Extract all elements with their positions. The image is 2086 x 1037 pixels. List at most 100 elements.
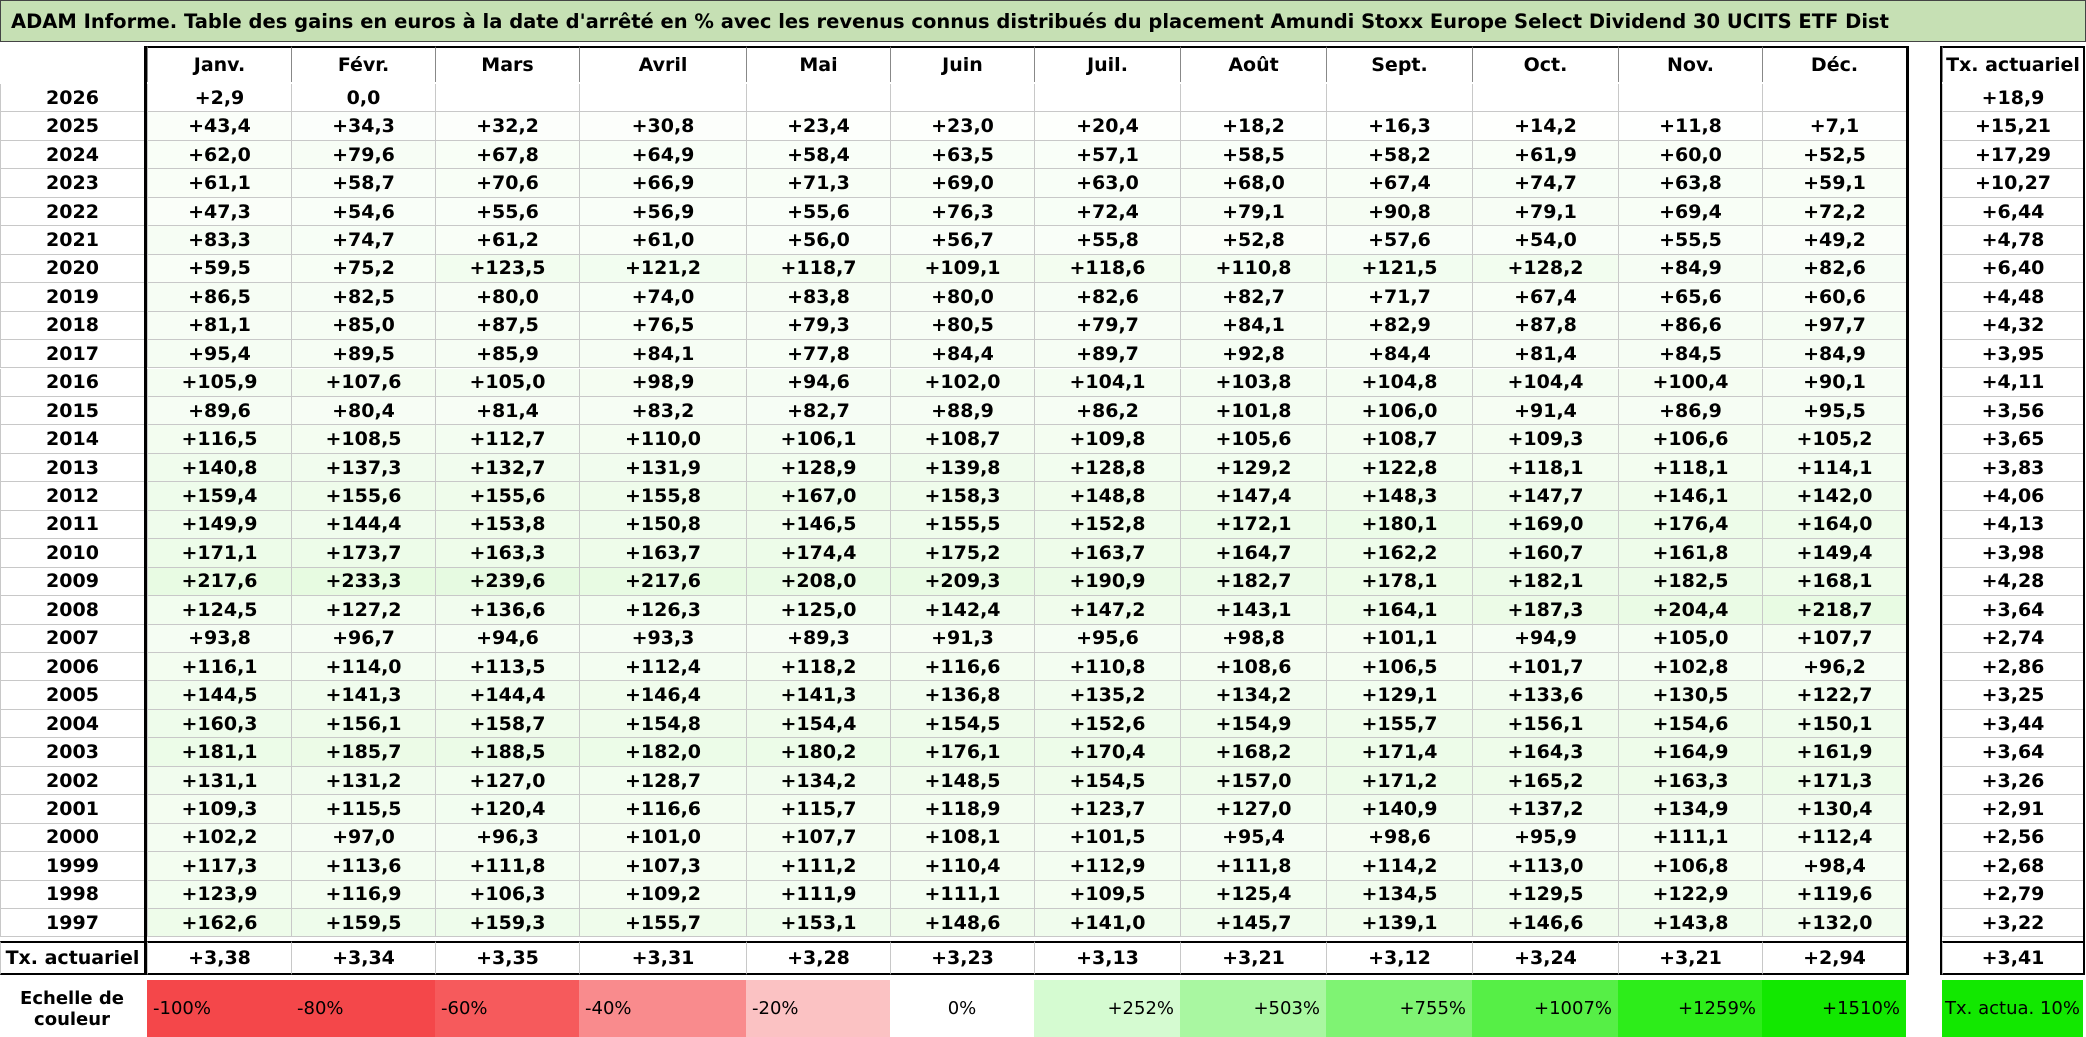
value-cell: +217,6 (147, 567, 291, 597)
value-cell: +187,3 (1472, 596, 1618, 625)
year-label: 2003 (0, 738, 144, 767)
value-cell: +106,0 (1326, 396, 1472, 426)
value-cell: +108,6 (1180, 653, 1326, 682)
value-cell: +109,2 (579, 880, 746, 910)
actuarial-rate-cell: +18,9 (1942, 84, 2083, 113)
value-cell: +148,6 (890, 909, 1034, 938)
value-cell: +209,3 (890, 567, 1034, 597)
value-cell: +95,4 (147, 340, 291, 369)
actuarial-rate-cell: +3,65 (1942, 425, 2083, 454)
value-cell: +109,1 (890, 254, 1034, 284)
footer-value: +3,24 (1472, 940, 1618, 975)
value-cell: +60,6 (1762, 283, 1906, 312)
value-cell: +64,9 (579, 140, 746, 170)
value-cell: +134,9 (1618, 795, 1762, 824)
year-label: 1998 (0, 880, 144, 910)
value-cell: +155,6 (435, 482, 579, 511)
value-cell: +96,3 (435, 823, 579, 853)
actuarial-frame-left (1940, 46, 1942, 975)
value-cell: +107,7 (1762, 624, 1906, 653)
value-cell: +61,1 (147, 169, 291, 198)
value-cell: +164,7 (1180, 539, 1326, 568)
value-cell: +106,5 (1326, 653, 1472, 682)
value-cell: +176,1 (890, 738, 1034, 767)
value-cell: +81,1 (147, 311, 291, 341)
value-cell: +104,1 (1034, 368, 1180, 397)
footer-value: +3,28 (746, 940, 890, 975)
value-cell: +70,6 (435, 169, 579, 198)
actuarial-frame-right (2083, 46, 2085, 975)
value-cell: +239,6 (435, 567, 579, 597)
value-cell: +102,0 (890, 368, 1034, 397)
value-cell: +90,1 (1762, 368, 1906, 397)
value-cell: +47,3 (147, 197, 291, 227)
actuarial-rate-cell: +10,27 (1942, 169, 2083, 198)
actuarial-rate-cell: +3,22 (1942, 909, 2083, 938)
value-cell: +134,5 (1326, 880, 1472, 910)
scale-swatch: +503% (1180, 980, 1326, 1037)
value-cell: +164,9 (1618, 738, 1762, 767)
value-cell: +106,6 (1618, 425, 1762, 454)
actuarial-rate-cell: +4,13 (1942, 510, 2083, 540)
value-cell: +114,2 (1326, 852, 1472, 881)
footer-label: Tx. actuariel (0, 940, 144, 975)
value-cell: +155,7 (1326, 709, 1472, 739)
value-cell: +168,2 (1180, 738, 1326, 767)
value-cell: +116,9 (291, 880, 435, 910)
actuarial-rate-cell: +2,79 (1942, 880, 2083, 910)
value-cell: +102,2 (147, 823, 291, 853)
value-cell: +188,5 (435, 738, 579, 767)
value-cell: +61,9 (1472, 140, 1618, 170)
value-cell: +158,3 (890, 482, 1034, 511)
year-label: 2019 (0, 283, 144, 312)
value-cell: +158,7 (435, 709, 579, 739)
year-label: 2011 (0, 510, 144, 540)
value-cell: +93,3 (579, 624, 746, 653)
value-cell: +87,5 (435, 311, 579, 341)
value-cell: +161,8 (1618, 539, 1762, 568)
actuarial-rate-cell: +4,11 (1942, 368, 2083, 397)
value-cell: +129,1 (1326, 681, 1472, 710)
value-cell: +128,7 (579, 766, 746, 796)
value-cell: +150,8 (579, 510, 746, 540)
value-cell: +65,6 (1618, 283, 1762, 312)
value-cell (1618, 84, 1762, 113)
value-cell: +147,2 (1034, 596, 1180, 625)
value-cell: +63,0 (1034, 169, 1180, 198)
value-cell: +125,0 (746, 596, 890, 625)
table-frame-right (1906, 46, 1909, 975)
value-cell: +106,3 (435, 880, 579, 910)
month-header: Nov. (1618, 46, 1762, 82)
value-cell: +84,1 (1180, 311, 1326, 341)
value-cell: +11,8 (1618, 112, 1762, 141)
value-cell (1034, 84, 1180, 113)
value-cell (1472, 84, 1618, 113)
scale-swatch: -80% (291, 980, 435, 1037)
value-cell: +129,2 (1180, 453, 1326, 483)
value-cell: +148,5 (890, 766, 1034, 796)
value-cell: +20,4 (1034, 112, 1180, 141)
actuarial-rate-cell: +2,74 (1942, 624, 2083, 653)
value-cell: +140,9 (1326, 795, 1472, 824)
value-cell: +58,4 (746, 140, 890, 170)
value-cell: +154,6 (1618, 709, 1762, 739)
value-cell: +96,7 (291, 624, 435, 653)
value-cell: +71,3 (746, 169, 890, 198)
value-cell: +80,0 (435, 283, 579, 312)
value-cell: +76,3 (890, 197, 1034, 227)
actuarial-rate-cell: +4,48 (1942, 283, 2083, 312)
value-cell: +182,1 (1472, 567, 1618, 597)
value-cell: +106,1 (746, 425, 890, 454)
value-cell (746, 84, 890, 113)
value-cell: +233,3 (291, 567, 435, 597)
value-cell: +171,2 (1326, 766, 1472, 796)
value-cell: +152,6 (1034, 709, 1180, 739)
value-cell: +94,9 (1472, 624, 1618, 653)
value-cell: +164,3 (1472, 738, 1618, 767)
year-label: 2015 (0, 396, 144, 426)
value-cell: +72,4 (1034, 197, 1180, 227)
value-cell: +86,6 (1618, 311, 1762, 341)
value-cell: +112,7 (435, 425, 579, 454)
actuarial-rate-cell: +4,32 (1942, 311, 2083, 341)
value-cell: +91,4 (1472, 396, 1618, 426)
